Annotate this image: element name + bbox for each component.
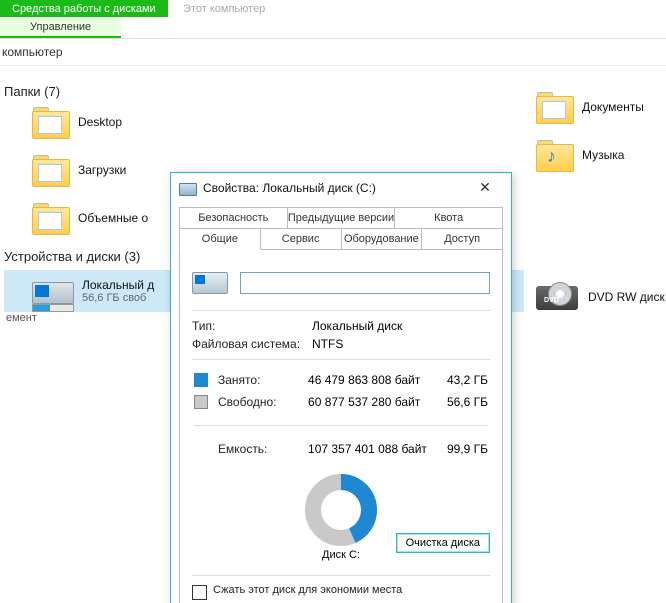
capacity-gb: 99,9 ГБ bbox=[447, 439, 488, 459]
used-color-swatch bbox=[194, 373, 208, 387]
dvd-drive-icon: DVD bbox=[536, 282, 578, 312]
disk-cleanup-button[interactable]: Очистка диска bbox=[396, 533, 490, 553]
drive-label: Локальный д bbox=[82, 278, 154, 292]
status-bar: емент bbox=[0, 308, 43, 328]
type-label: Тип: bbox=[192, 319, 312, 333]
drive-item-dvd[interactable]: DVD DVD RW диск bbox=[536, 280, 665, 314]
folder-icon bbox=[32, 203, 68, 233]
checkbox-unchecked-icon[interactable] bbox=[192, 585, 207, 600]
dialog-title: Свойства: Локальный диск (C:) bbox=[203, 181, 376, 195]
folder-label: Музыка bbox=[582, 148, 624, 162]
fs-label: Файловая система: bbox=[192, 337, 312, 351]
folder-label: Объемные о bbox=[78, 211, 148, 225]
drive-label: DVD RW диск bbox=[588, 290, 665, 304]
ribbon-side-label: Этот компьютер bbox=[171, 0, 277, 18]
folder-item-music[interactable]: Музыка bbox=[536, 138, 665, 172]
usage-pie-chart bbox=[302, 471, 380, 549]
drive-sub: 56,6 ГБ своб bbox=[82, 292, 154, 304]
folders-header: Папки (7) bbox=[4, 84, 524, 99]
tab-security[interactable]: Безопасность bbox=[179, 207, 288, 229]
hdd-icon bbox=[192, 266, 226, 294]
free-label: Свободно: bbox=[218, 392, 306, 412]
tab-strip: Безопасность Предыдущие версии Квота Общ… bbox=[179, 207, 503, 250]
folder-item-desktop[interactable]: Desktop bbox=[32, 105, 524, 139]
folder-item-documents[interactable]: Документы bbox=[536, 90, 665, 124]
fs-value: NTFS bbox=[312, 337, 343, 351]
tab-panel-general: Тип: Локальный диск Файловая система: NT… bbox=[179, 250, 503, 603]
tab-sharing[interactable]: Доступ bbox=[422, 228, 503, 250]
disk-caption: Диск C: bbox=[322, 549, 360, 561]
hdd-icon bbox=[32, 276, 72, 306]
free-color-swatch bbox=[194, 395, 208, 409]
tab-general[interactable]: Общие bbox=[179, 228, 261, 250]
compress-label: Сжать этот диск для экономии места bbox=[213, 584, 402, 596]
tab-quota[interactable]: Квота bbox=[395, 207, 503, 229]
used-gb: 43,2 ГБ bbox=[447, 370, 488, 390]
capacity-bytes: 107 357 401 088 байт bbox=[308, 439, 445, 459]
breadcrumb[interactable]: компьютер bbox=[0, 39, 666, 66]
folder-icon bbox=[32, 155, 68, 185]
drive-name-input[interactable] bbox=[240, 272, 490, 294]
hdd-icon bbox=[179, 180, 195, 196]
free-gb: 56,6 ГБ bbox=[447, 392, 488, 412]
tab-previous-versions[interactable]: Предыдущие версии bbox=[288, 207, 396, 229]
used-bytes: 46 479 863 808 байт bbox=[308, 370, 445, 390]
ribbon-context-tab[interactable]: Средства работы с дисками bbox=[0, 0, 168, 17]
folder-label: Документы bbox=[582, 100, 644, 114]
free-bytes: 60 877 537 280 байт bbox=[308, 392, 445, 412]
compress-checkbox-row[interactable]: Сжать этот диск для экономии места bbox=[192, 584, 490, 600]
close-button[interactable]: ✕ bbox=[467, 177, 503, 199]
tab-hardware[interactable]: Оборудование bbox=[342, 228, 423, 250]
used-label: Занято: bbox=[218, 370, 306, 390]
folder-icon bbox=[32, 107, 68, 137]
tab-tools[interactable]: Сервис bbox=[261, 228, 342, 250]
folder-icon bbox=[536, 92, 572, 122]
folder-label: Desktop bbox=[78, 115, 122, 129]
ribbon-sub-tab[interactable]: Управление bbox=[0, 18, 121, 38]
type-value: Локальный диск bbox=[312, 319, 402, 333]
capacity-label: Емкость: bbox=[218, 439, 306, 459]
properties-dialog: Свойства: Локальный диск (C:) ✕ Безопасн… bbox=[170, 172, 512, 603]
music-folder-icon bbox=[536, 140, 572, 170]
ribbon: Средства работы с дисками Этот компьютер… bbox=[0, 0, 666, 39]
dialog-titlebar[interactable]: Свойства: Локальный диск (C:) ✕ bbox=[171, 173, 511, 203]
folder-label: Загрузки bbox=[78, 163, 126, 177]
